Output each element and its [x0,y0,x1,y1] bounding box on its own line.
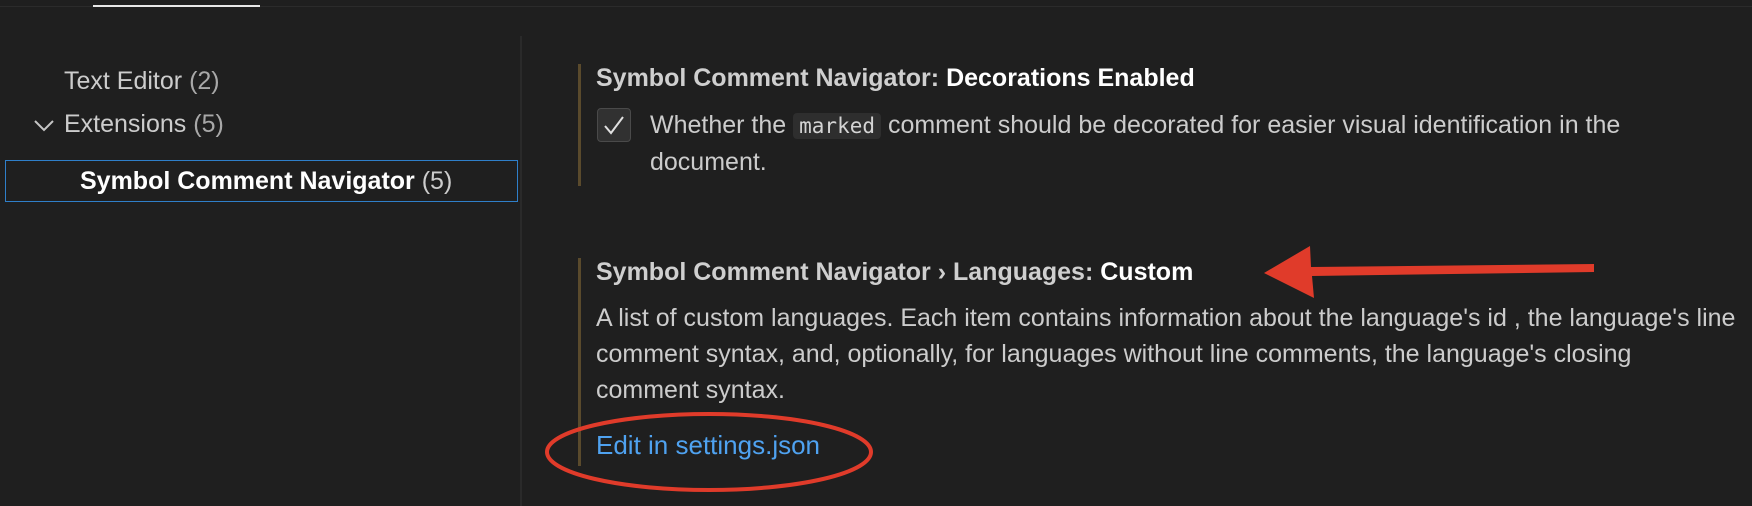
setting-description: Whether the marked comment should be dec… [650,107,1710,180]
inline-code: marked [793,113,881,139]
setting-key: Custom [1100,258,1194,286]
modified-indicator [578,258,581,466]
toc-item-count: (5) [421,167,453,195]
setting-key: Decorations Enabled [946,64,1195,92]
setting-description: A list of custom languages. Each item co… [596,304,1736,404]
toc-item-symbol-comment-navigator[interactable]: Symbol Comment Navigator (5) [5,160,518,202]
modified-indicator [578,64,581,186]
toc-item-label: Extensions [64,110,187,138]
active-tab-indicator [93,5,260,7]
tab-bar-border [0,6,1752,7]
setting-decorations-enabled: Symbol Comment Navigator: Decorations En… [578,64,1738,186]
toc-item-label: Text Editor [64,67,183,95]
toc-item-count: (5) [193,110,224,138]
setting-category: Symbol Comment Navigator: [596,64,947,92]
toc-item-label: Symbol Comment Navigator [80,167,415,195]
sash-divider[interactable] [520,36,522,506]
toc-item-count: (2) [189,67,220,95]
description-text: Whether the [650,111,794,139]
toc-item-text-editor[interactable]: Text Editor (2) [64,59,220,103]
setting-category: Symbol Comment Navigator › Languages: [596,258,1101,286]
settings-toc: Text Editor (2) Extensions (5) Symbol Co… [0,36,520,506]
checkmark-icon [604,116,624,135]
setting-title: Symbol Comment Navigator › Languages: Cu… [596,258,1193,287]
setting-languages-custom: Symbol Comment Navigator › Languages: Cu… [578,258,1738,466]
chevron-down-icon[interactable] [32,117,56,133]
setting-title: Symbol Comment Navigator: Decorations En… [596,64,1195,93]
toc-item-extensions[interactable]: Extensions (5) [64,102,224,146]
edit-in-settings-json-link[interactable]: Edit in settings.json [596,430,820,461]
decorations-enabled-checkbox[interactable] [597,108,631,142]
